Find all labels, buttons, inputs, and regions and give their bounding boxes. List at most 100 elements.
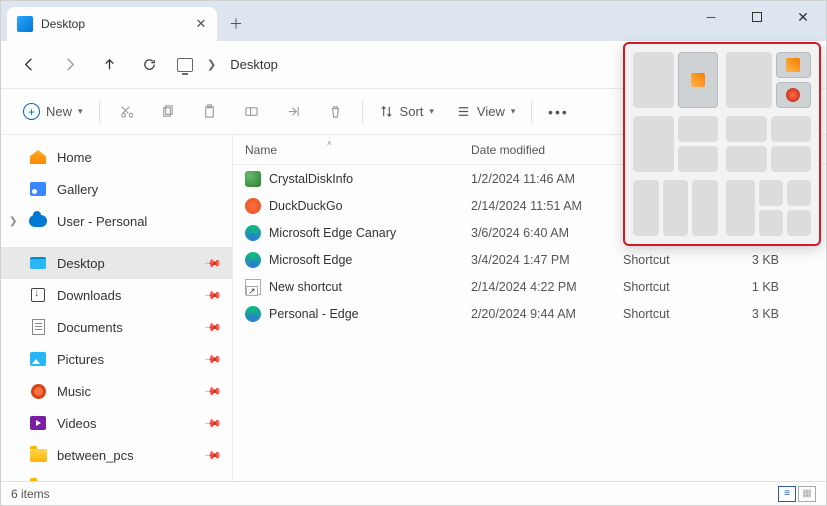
file-icon bbox=[245, 198, 261, 214]
sidebar-item-wallpapers[interactable]: wallpapers📌 bbox=[1, 471, 232, 481]
view-label: View bbox=[477, 104, 505, 119]
sidebar: HomeGallery❯User - PersonalDesktop📌Downl… bbox=[1, 135, 233, 481]
new-tab-button[interactable]: ＋ bbox=[221, 9, 251, 39]
breadcrumb-desktop[interactable]: Desktop bbox=[230, 57, 278, 72]
snap-layout-option[interactable] bbox=[726, 52, 811, 108]
file-row[interactable]: New shortcut2/14/2024 4:22 PMShortcut1 K… bbox=[233, 273, 826, 300]
file-name: Personal - Edge bbox=[269, 307, 359, 321]
new-button[interactable]: + New ▾ bbox=[13, 96, 93, 128]
sidebar-item-label: between_pcs bbox=[57, 448, 134, 463]
sidebar-item-between_pcs[interactable]: between_pcs📌 bbox=[1, 439, 232, 471]
sidebar-item-label: Home bbox=[57, 150, 92, 165]
sidebar-item-gallery[interactable]: Gallery bbox=[1, 173, 232, 205]
file-icon bbox=[245, 279, 261, 295]
view-toggle: ≡ ▦ bbox=[778, 486, 816, 502]
sidebar-item-documents[interactable]: Documents 📌 bbox=[1, 311, 232, 343]
file-type: Shortcut bbox=[611, 253, 737, 267]
app-icon bbox=[691, 73, 705, 87]
sidebar-item-user---personal[interactable]: ❯User - Personal bbox=[1, 205, 232, 237]
snap-layout-option[interactable] bbox=[633, 180, 718, 236]
view-icon bbox=[456, 104, 471, 119]
folder-icon bbox=[30, 481, 47, 482]
snap-layout-option[interactable] bbox=[633, 52, 718, 108]
tab-title: Desktop bbox=[41, 17, 187, 31]
file-date: 2/20/2024 9:44 AM bbox=[459, 307, 611, 321]
paste-button[interactable] bbox=[190, 96, 230, 128]
file-name: Microsoft Edge Canary bbox=[269, 226, 396, 240]
chevron-right-icon[interactable]: ❯ bbox=[201, 58, 222, 71]
forward-button[interactable] bbox=[51, 47, 87, 83]
close-window-button[interactable]: ✕ bbox=[780, 1, 826, 33]
sidebar-item-label: Documents bbox=[57, 320, 123, 335]
chevron-right-icon[interactable]: ❯ bbox=[9, 216, 17, 227]
minimize-button[interactable]: ─ bbox=[688, 1, 734, 33]
doc-icon bbox=[32, 319, 45, 335]
more-button[interactable]: ••• bbox=[538, 96, 578, 128]
snap-layout-option[interactable] bbox=[726, 116, 811, 172]
refresh-button[interactable] bbox=[131, 47, 167, 83]
up-button[interactable] bbox=[91, 47, 127, 83]
file-name: Microsoft Edge bbox=[269, 253, 352, 267]
pin-icon: 📌 bbox=[204, 350, 223, 369]
desktop-icon bbox=[30, 257, 46, 269]
close-tab-icon[interactable]: ✕ bbox=[195, 18, 207, 30]
pic-icon bbox=[30, 352, 46, 366]
sidebar-item-downloads[interactable]: Downloads📌 bbox=[1, 279, 232, 311]
copy-button[interactable] bbox=[148, 96, 188, 128]
pin-icon: 📌 bbox=[204, 318, 223, 337]
share-button[interactable] bbox=[274, 96, 314, 128]
snap-layout-option[interactable] bbox=[633, 116, 718, 172]
file-name: CrystalDiskInfo bbox=[269, 172, 353, 186]
cut-button[interactable] bbox=[106, 96, 146, 128]
col-date[interactable]: Date modified bbox=[459, 143, 611, 157]
pin-icon: 📌 bbox=[204, 382, 223, 401]
plus-icon: + bbox=[23, 103, 40, 120]
music-icon bbox=[31, 384, 46, 399]
back-button[interactable] bbox=[11, 47, 47, 83]
home-icon bbox=[30, 150, 46, 164]
separator bbox=[362, 101, 363, 123]
view-button[interactable]: View ▾ bbox=[446, 96, 525, 128]
cloud-icon bbox=[29, 215, 47, 227]
sort-icon bbox=[379, 104, 394, 119]
file-icon bbox=[245, 225, 261, 241]
firefox-icon bbox=[786, 88, 800, 102]
sidebar-item-label: Downloads bbox=[57, 288, 121, 303]
tab-desktop[interactable]: Desktop ✕ bbox=[7, 7, 217, 41]
sidebar-item-videos[interactable]: Videos 📌 bbox=[1, 407, 232, 439]
file-type: Shortcut bbox=[611, 307, 737, 321]
details-view-button[interactable]: ≡ bbox=[778, 486, 796, 502]
file-date: 2/14/2024 11:51 AM bbox=[459, 199, 611, 213]
sidebar-item-music[interactable]: Music📌 bbox=[1, 375, 232, 407]
pin-icon: 📌 bbox=[204, 254, 223, 273]
sidebar-item-pictures[interactable]: Pictures📌 bbox=[1, 343, 232, 375]
file-date: 3/4/2024 1:47 PM bbox=[459, 253, 611, 267]
file-name: DuckDuckGo bbox=[269, 199, 343, 213]
sidebar-item-home[interactable]: Home bbox=[1, 141, 232, 173]
rename-button[interactable] bbox=[232, 96, 272, 128]
status-bar: 6 items ≡ ▦ bbox=[1, 481, 826, 505]
chevron-down-icon: ▾ bbox=[511, 106, 516, 117]
sidebar-item-label: Videos bbox=[57, 416, 97, 431]
file-row[interactable]: Personal - Edge 2/20/2024 9:44 AMShortcut… bbox=[233, 300, 826, 327]
item-count: 6 items bbox=[11, 487, 50, 501]
window-controls: ─ ✕ bbox=[688, 1, 826, 33]
titlebar: Desktop ✕ ＋ ─ ✕ bbox=[1, 1, 826, 41]
pin-icon: 📌 bbox=[204, 414, 223, 433]
snap-layout-option[interactable] bbox=[726, 180, 811, 236]
snap-layouts-flyout bbox=[623, 42, 821, 246]
file-name: New shortcut bbox=[269, 280, 342, 294]
file-date: 2/14/2024 4:22 PM bbox=[459, 280, 611, 294]
delete-button[interactable] bbox=[316, 96, 356, 128]
sort-asc-icon: ˄ bbox=[327, 139, 332, 148]
separator bbox=[531, 101, 532, 123]
thumbnail-view-button[interactable]: ▦ bbox=[798, 486, 816, 502]
sort-button[interactable]: Sort ▾ bbox=[369, 96, 444, 128]
file-size: 3 KB bbox=[737, 253, 797, 267]
sidebar-item-label: Gallery bbox=[57, 182, 98, 197]
sidebar-item-label: wallpapers bbox=[57, 480, 119, 482]
file-row[interactable]: Microsoft Edge 3/4/2024 1:47 PMShortcut3 … bbox=[233, 246, 826, 273]
sidebar-item-desktop[interactable]: Desktop📌 bbox=[1, 247, 232, 279]
col-name[interactable]: Name˄ bbox=[233, 143, 459, 157]
maximize-button[interactable] bbox=[734, 1, 780, 33]
